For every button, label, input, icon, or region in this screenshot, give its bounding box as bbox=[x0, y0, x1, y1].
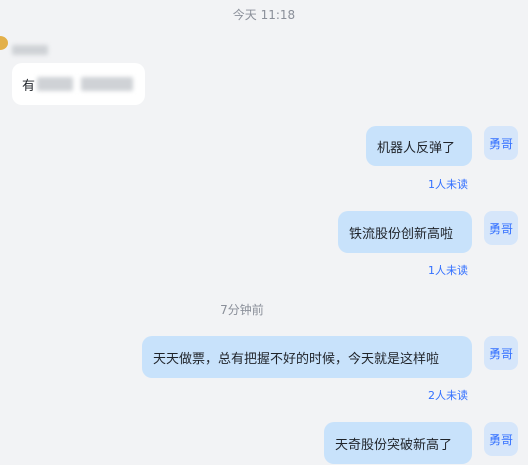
outgoing-message-text: 铁流股份创新高啦 bbox=[349, 226, 454, 242]
sender-name-blurred bbox=[12, 40, 48, 59]
self-avatar[interactable]: 勇哥 bbox=[484, 211, 518, 245]
outgoing-message-bubble[interactable]: 铁流股份创新高啦 bbox=[338, 211, 472, 253]
redacted-text bbox=[37, 77, 74, 91]
outgoing-message-text: 机器人反弹了 bbox=[377, 140, 456, 156]
incoming-message-bubble[interactable]: 有 bbox=[12, 63, 145, 105]
outgoing-message-text: 天奇股份突破新高了 bbox=[335, 437, 453, 453]
self-avatar[interactable]: 勇哥 bbox=[484, 126, 518, 160]
outgoing-message-bubble[interactable]: 天奇股份突破新高了 bbox=[324, 422, 472, 464]
timestamp-minutes-ago: 7分钟前 bbox=[220, 303, 264, 317]
outgoing-message-bubble[interactable]: 天天做票，总有把握不好的时候，今天就是这样啦 bbox=[142, 336, 472, 378]
redacted-text bbox=[81, 77, 134, 91]
timestamp-today: 今天 11:18 bbox=[232, 8, 296, 22]
read-status[interactable]: 2人未读 bbox=[428, 387, 468, 403]
outgoing-message-text: 天天做票，总有把握不好的时候，今天就是这样啦 bbox=[153, 351, 440, 367]
read-status[interactable]: 1人未读 bbox=[428, 262, 468, 278]
self-avatar[interactable]: 勇哥 bbox=[484, 336, 518, 370]
outgoing-message-bubble[interactable]: 机器人反弹了 bbox=[366, 126, 472, 166]
incoming-message-text: 有 bbox=[22, 78, 36, 94]
self-avatar[interactable]: 勇哥 bbox=[484, 422, 518, 456]
read-status[interactable]: 1人未读 bbox=[428, 176, 468, 192]
